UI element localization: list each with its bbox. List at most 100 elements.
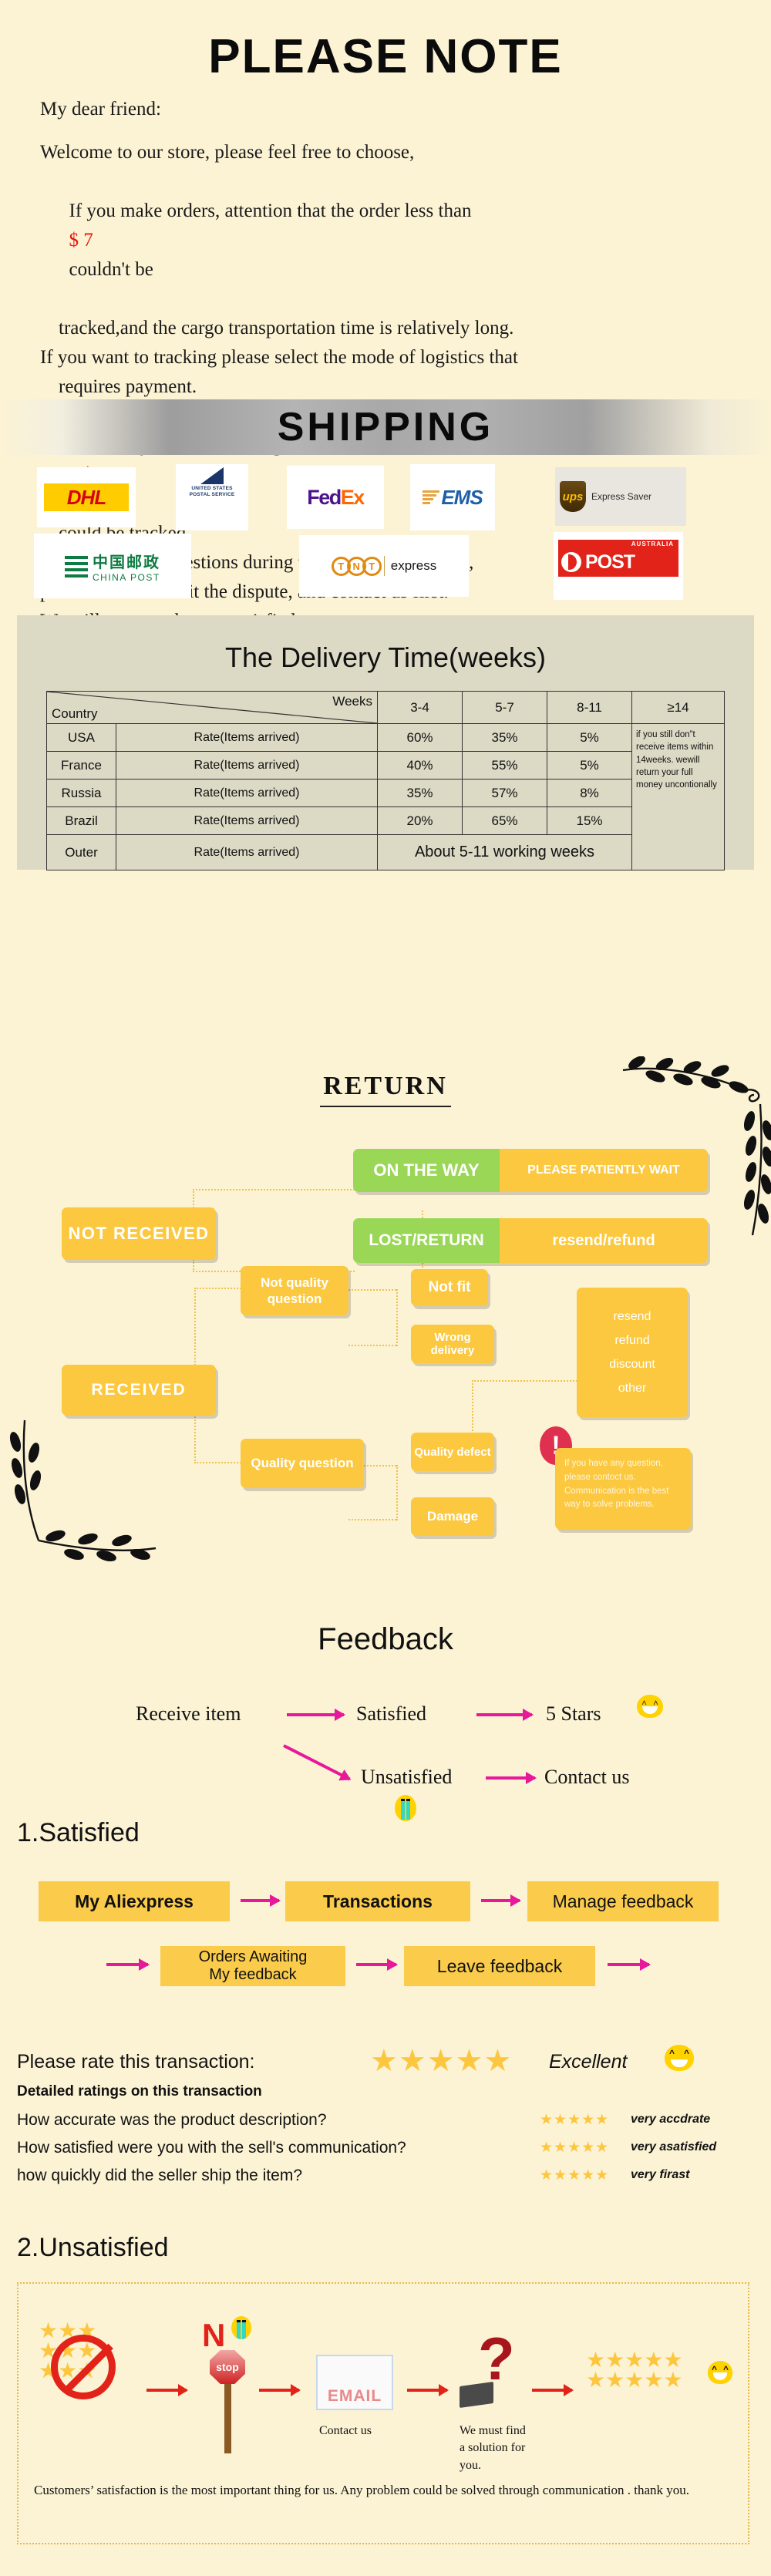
ups-shield-icon: ups	[560, 481, 586, 512]
step-my-aliexpress[interactable]: My Aliexpress	[39, 1881, 230, 1921]
usps-logo: UNITED STATES POSTAL SERVICE	[176, 464, 248, 530]
stop-sign-pole	[224, 2384, 231, 2453]
usps-line-1: UNITED STATES	[191, 486, 233, 491]
sat-arrow-5	[608, 1958, 651, 1971]
flow-received-box: RECEIVED	[62, 1365, 216, 1416]
happy-face-mouth	[642, 1706, 658, 1714]
usa-3-4: 60%	[377, 723, 463, 752]
outcome-other: other	[618, 1381, 647, 1395]
connector-notquality-v	[396, 1289, 398, 1346]
rate-transaction-section: Please rate this transaction: ★★★★★ Exce…	[0, 1989, 771, 2213]
rate-row-2-value: very asatisfied	[631, 2140, 717, 2153]
fb-unsatisfied: Unsatisfied	[361, 1766, 453, 1788]
no-entry-icon	[51, 2335, 116, 2399]
delivery-note-cell: if you still don”t receive items within …	[631, 723, 725, 870]
outcome-discount: discount	[609, 1357, 655, 1371]
unsat-arrow-2	[259, 2384, 301, 2396]
step-manage-feedback[interactable]: Manage feedback	[527, 1881, 719, 1921]
outcome-refund: refund	[614, 1333, 650, 1347]
happy-face-icon: ^ ^	[637, 1695, 663, 1718]
flow-received-label: RECEIVED	[91, 1381, 187, 1399]
fb-arrow-2	[476, 1709, 534, 1721]
satisfied-heading: 1.Satisfied	[17, 1818, 140, 1847]
unsat-arrow-3	[407, 2384, 449, 2396]
connector-notquality-notfit-h	[348, 1289, 396, 1291]
row-country-outer: Outer	[46, 834, 116, 870]
ups-express-saver-label: Express Saver	[591, 491, 652, 502]
outcome-resend: resend	[613, 1309, 651, 1323]
table-row: Outer Rate(Items arrived) About 5-11 wor…	[46, 834, 725, 870]
price-badge-1: $ 7	[69, 230, 93, 251]
fedex-fed-text: Fed	[307, 485, 342, 509]
table-col-3-4: 3-4	[377, 691, 463, 724]
row-rate-label-outer: Rate(Items arrived)	[116, 834, 378, 870]
flow-quality-question-label: Quality question	[251, 1456, 354, 1470]
china-post-logo: 中国邮政 CHINA POST	[34, 534, 191, 598]
step-leave-feedback[interactable]: Leave feedback	[404, 1946, 595, 1986]
caption-contact-us: Contact us	[319, 2424, 372, 2437]
stop-sign-text: stop	[210, 2350, 245, 2384]
connector-quality-v	[396, 1465, 398, 1520]
return-tip-box: If you have any question, please contoct…	[555, 1448, 691, 1530]
rate-row-2-stars: ★★★★★	[540, 2140, 610, 2156]
france-5-7: 55%	[462, 751, 547, 780]
row-country-france: France	[46, 751, 116, 780]
flow-damage-label: Damage	[426, 1509, 479, 1524]
note-line-3: tracked,and the cargo transportation tim…	[59, 318, 514, 338]
flow-not-received-box: NOT RECEIVED	[62, 1207, 216, 1260]
step-manage-feedback-label: Manage feedback	[552, 1891, 694, 1911]
step-transactions[interactable]: Transactions	[285, 1881, 470, 1921]
dhl-logo-text: DHL	[43, 483, 130, 511]
table-corner-header: Weeks Country	[46, 691, 378, 724]
usps-line-2: POSTAL SERVICE	[189, 492, 235, 498]
table-corner-country: Country	[52, 706, 98, 721]
good-rating-stars: ★★★★★ ★★★★★	[586, 2348, 683, 2392]
flow-lost-return-box: LOST/RETURN resend/refund	[353, 1218, 708, 1263]
rate-question: Please rate this transaction:	[17, 2051, 255, 2073]
row-rate-label-france: Rate(Items arrived)	[116, 751, 378, 780]
tnt-logo: T N T express	[299, 535, 469, 597]
row-country-russia: Russia	[46, 779, 116, 807]
shipping-section: SHIPPING DHL UNITED STATES POSTAL SERVIC…	[0, 393, 771, 609]
flow-not-quality-label: Not quality question	[261, 1275, 328, 1306]
email-label: EMAIL	[327, 2387, 382, 2405]
return-title-rule	[320, 1106, 451, 1107]
table-row: USA Rate(Items arrived) 60% 35% 5% if yo…	[46, 723, 725, 870]
brazil-8-11: 15%	[547, 806, 632, 835]
feedback-section: Feedback Receive item Satisfied 5 Stars …	[0, 1604, 771, 1821]
australia-post-logo: AUSTRALIA POST	[554, 532, 683, 600]
caption-solution: We must find a solution for you.	[460, 2424, 526, 2472]
table-row: France Rate(Items arrived) 40% 55% 5%	[46, 751, 725, 780]
australia-post-top-label: AUSTRALIA	[558, 540, 678, 547]
note-line-4: If you want to tracking please select th…	[40, 347, 518, 368]
note-line-2-text: If you make orders, attention that the o…	[69, 200, 472, 221]
flow-not-quality-box: Not quality question	[241, 1266, 348, 1315]
table-row: Russia Rate(Items arrived) 35% 57% 8%	[46, 779, 725, 807]
sat-arrow-1	[241, 1894, 281, 1907]
unsatisfied-heading: 2.Unsatisfied	[17, 2233, 169, 2262]
unsatisfied-footnote: Customers’ satisfaction is the most impo…	[34, 2483, 690, 2497]
rate-row-1-label: How accurate was the product description…	[17, 2111, 327, 2129]
russia-8-11: 8%	[547, 779, 632, 807]
flow-outcomes-box: resend refund discount other	[577, 1288, 688, 1417]
table-col-8-11: 8-11	[547, 691, 632, 724]
table-col-14plus: ≥14	[631, 691, 725, 724]
step-leave-feedback-label: Leave feedback	[436, 1955, 563, 1976]
rate-row-3-value: very firast	[631, 2168, 690, 2181]
fedex-logo: FedEx	[287, 466, 384, 529]
note-line-2: If you make orders, attention that the o…	[40, 167, 771, 314]
ems-logo-text: EMS	[441, 485, 483, 509]
usa-8-11: 5%	[547, 723, 632, 752]
fb-five-stars: 5 Stars	[546, 1702, 601, 1725]
rate-stars: ★★★★★	[370, 2044, 513, 2078]
row-rate-label-brazil: Rate(Items arrived)	[116, 806, 378, 835]
note-line-2-tail: couldn't be	[69, 259, 153, 280]
email-icon: EMAIL	[316, 2355, 393, 2410]
delivery-time-table: Weeks Country 3-4 5-7 8-11 ≥14 USA Rate(…	[46, 691, 725, 870]
unsat-arrow-4	[532, 2384, 574, 2396]
step-orders-awaiting[interactable]: Orders Awaiting My feedback	[160, 1946, 345, 1986]
flow-wrong-delivery-box: Wrong delivery	[411, 1325, 494, 1363]
flow-resend-refund-label: resend/refund	[500, 1218, 708, 1263]
flow-quality-defect-box: Quality defect	[411, 1433, 494, 1471]
russia-3-4: 35%	[377, 779, 463, 807]
